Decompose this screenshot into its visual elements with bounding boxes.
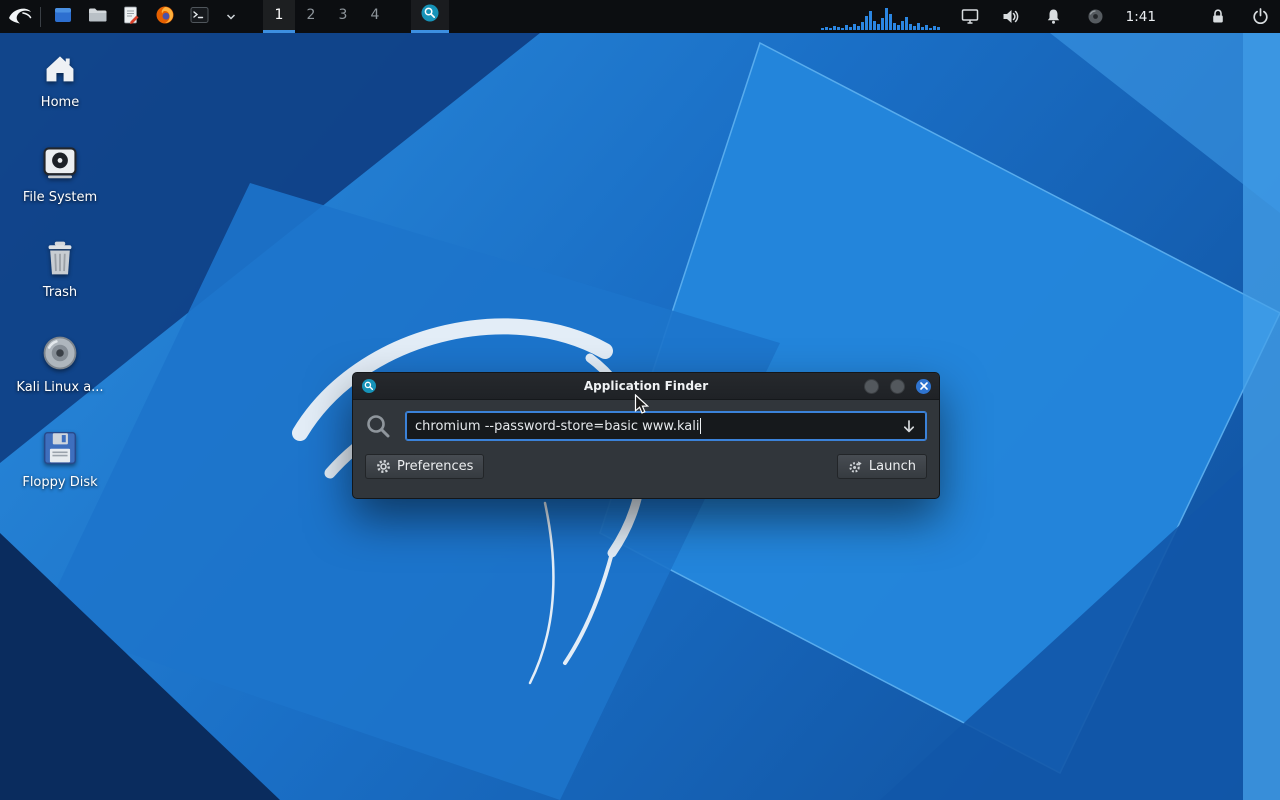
workspace-label: 3 <box>338 7 348 23</box>
search-row: chromium --password-store=basic www.kali <box>365 411 927 441</box>
terminal-icon <box>189 5 210 29</box>
window-buttons-item[interactable] <box>49 3 77 31</box>
dropdown-arrow-icon[interactable] <box>898 412 920 440</box>
workspace-label: 1 <box>274 7 284 23</box>
desktop-icon-label: Floppy Disk <box>22 475 98 490</box>
desktop-icon-label: Trash <box>42 285 78 300</box>
command-input-value: chromium --password-store=basic www.kali <box>415 418 700 434</box>
command-input[interactable]: chromium --password-store=basic www.kali <box>405 411 927 441</box>
terminal-launcher[interactable] <box>185 3 213 31</box>
close-icon <box>919 382 928 390</box>
desktop-icon-home[interactable]: Home <box>12 48 108 110</box>
window-icon <box>53 5 73 29</box>
logout-icon[interactable] <box>1246 3 1274 31</box>
taskbar-application-finder-button[interactable] <box>411 0 449 33</box>
trash-icon <box>39 238 81 278</box>
file-manager-icon <box>87 5 108 29</box>
close-button[interactable] <box>916 378 931 394</box>
workspace-label: 4 <box>370 7 380 23</box>
desktop-icon-label: File System <box>22 190 98 205</box>
display-icon[interactable] <box>956 3 984 31</box>
text-caret <box>700 418 702 434</box>
workspace-4[interactable]: 4 <box>359 0 391 33</box>
desktop-icon-floppy-disk[interactable]: Floppy Disk <box>12 428 108 490</box>
desktop-icon-label: Kali Linux a... <box>16 380 104 395</box>
workspace-switcher: 1 2 3 4 <box>263 0 391 33</box>
panel-tray: 1:41 <box>819 0 1274 33</box>
desktop-icon-kali-linux[interactable]: Kali Linux a... <box>12 333 108 395</box>
kali-menu-button[interactable] <box>6 3 34 31</box>
desktop-icon-trash[interactable]: Trash <box>12 238 108 300</box>
volume-icon[interactable] <box>998 3 1026 31</box>
indicator-icon[interactable] <box>1082 3 1110 31</box>
window-buttons <box>864 378 931 394</box>
top-panel: 1 2 3 4 1:41 <box>0 0 1280 33</box>
maximize-button[interactable] <box>890 378 905 394</box>
floppy-icon <box>39 428 81 468</box>
minimize-button[interactable] <box>864 378 879 394</box>
preferences-button[interactable]: Preferences <box>365 454 485 479</box>
search-icon <box>365 413 392 440</box>
desktop-icon-file-system[interactable]: File System <box>12 143 108 205</box>
panel-separator <box>40 6 41 27</box>
disc-icon <box>39 333 81 373</box>
gear-icon <box>376 459 391 474</box>
launch-icon <box>848 459 863 474</box>
application-finder-window-icon <box>361 378 377 394</box>
dialog-body: chromium --password-store=basic www.kali <box>353 400 939 489</box>
file-manager-launcher[interactable] <box>83 3 111 31</box>
window-title: Application Finder <box>583 379 709 393</box>
lock-icon[interactable] <box>1204 3 1232 31</box>
network-graph[interactable] <box>819 4 942 30</box>
text-editor-launcher[interactable] <box>117 3 145 31</box>
workspace-1[interactable]: 1 <box>263 0 295 33</box>
firefox-launcher[interactable] <box>151 3 179 31</box>
workspace-3[interactable]: 3 <box>327 0 359 33</box>
desktop-icon-list: Home File System Trash Kali Linux a... F… <box>12 48 108 490</box>
launch-button[interactable]: Launch <box>836 454 927 479</box>
desktop-icon-label: Home <box>40 95 80 110</box>
dialog-button-row: Preferences Launch <box>365 454 927 479</box>
kali-logo-icon <box>7 4 33 30</box>
drive-icon <box>39 143 81 183</box>
home-icon <box>39 48 81 88</box>
application-finder-icon <box>420 3 440 27</box>
launch-label: Launch <box>868 459 916 474</box>
preferences-label: Preferences <box>397 459 474 474</box>
application-finder-window: Application Finder chromium --password-s… <box>352 372 940 499</box>
workspace-2[interactable]: 2 <box>295 0 327 33</box>
text-editor-icon <box>121 5 141 29</box>
firefox-icon <box>155 5 175 29</box>
terminal-dropdown-caret-icon[interactable] <box>217 3 245 31</box>
clock[interactable]: 1:41 <box>1124 9 1158 25</box>
workspace-label: 2 <box>306 7 316 23</box>
notifications-icon[interactable] <box>1040 3 1068 31</box>
screen: Home File System Trash Kali Linux a... F… <box>0 0 1280 800</box>
panel-launchers <box>49 3 245 31</box>
titlebar[interactable]: Application Finder <box>353 373 939 400</box>
